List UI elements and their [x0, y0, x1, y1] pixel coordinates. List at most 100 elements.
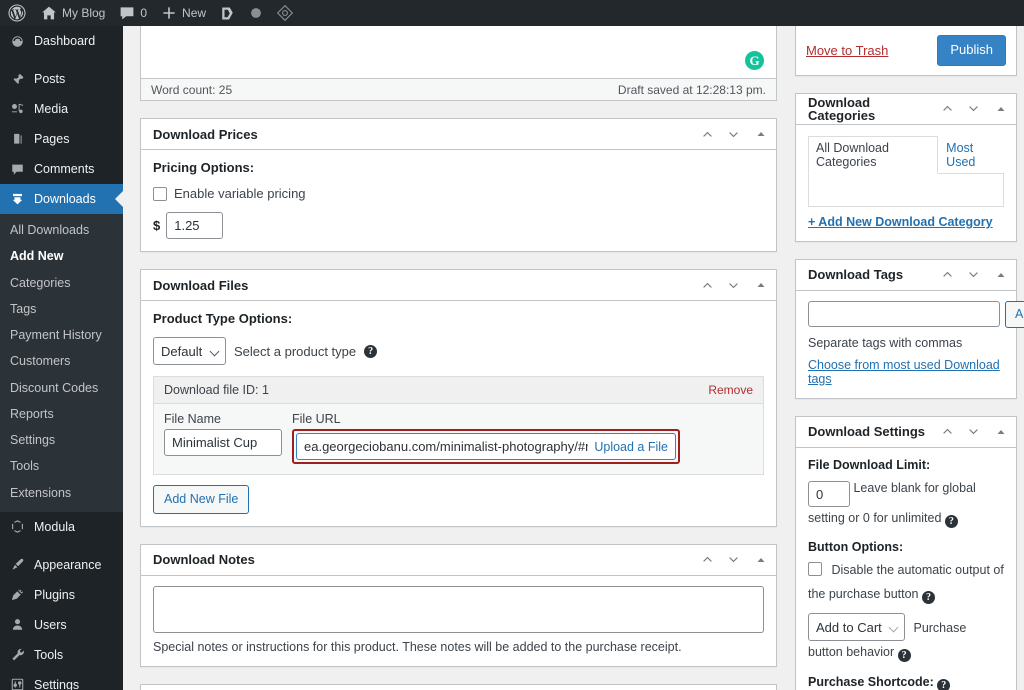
disable-purchase-button-checkbox[interactable] [808, 561, 822, 576]
product-type-select[interactable]: Default [153, 337, 226, 365]
download-files-header[interactable]: Download Files [141, 270, 776, 301]
publish-button[interactable]: Publish [937, 35, 1006, 66]
help-icon[interactable]: ? [897, 649, 911, 663]
move-down-icon[interactable] [720, 270, 746, 300]
submenu-item-tools[interactable]: Tools [0, 453, 123, 479]
new-content-menu[interactable]: New [154, 0, 213, 26]
move-down-icon[interactable] [720, 685, 746, 690]
submenu-item-extensions[interactable]: Extensions [0, 480, 123, 506]
submenu-item-all-downloads[interactable]: All Downloads [0, 217, 123, 243]
move-down-icon[interactable] [960, 417, 986, 447]
help-icon[interactable]: ? [937, 679, 951, 690]
file-url-value[interactable]: ea.georgeciobanu.com/minimalist-photogra… [304, 439, 588, 454]
yoast-seo-menu[interactable] [213, 0, 242, 26]
download-settings-box: Download Settings File Download Limit: 0… [795, 415, 1017, 690]
toggle-panel-icon[interactable] [746, 119, 776, 149]
add-tag-button[interactable]: Add [1005, 300, 1024, 328]
toggle-panel-icon[interactable] [746, 685, 776, 690]
comments-menu[interactable]: 0 [112, 0, 154, 26]
file-download-limit-input[interactable] [808, 481, 850, 508]
sidebar-item-label: Media [34, 101, 69, 116]
remove-file-link[interactable]: Remove [708, 383, 753, 397]
move-down-icon[interactable] [720, 545, 746, 575]
submenu-item-settings[interactable]: Settings [0, 427, 123, 453]
submenu-item-tags[interactable]: Tags [0, 296, 123, 322]
download-settings-header[interactable]: Download Settings [796, 417, 1016, 448]
content-editor[interactable]: G Word count: 25 Draft saved at 12:28:13… [140, 26, 777, 101]
move-up-icon[interactable] [934, 417, 960, 447]
sidebar-item-downloads[interactable]: Downloads [0, 184, 123, 214]
sidebar-item-label: Modula [34, 519, 75, 534]
download-notes-description: Special notes or instructions for this p… [153, 639, 682, 654]
enable-variable-pricing-row[interactable]: Enable variable pricing [153, 186, 764, 201]
sidebar-item-dashboard[interactable]: Dashboard [0, 26, 123, 56]
move-down-icon[interactable] [960, 94, 986, 124]
wordpress-logo-menu[interactable] [0, 0, 34, 26]
submenu-item-customers[interactable]: Customers [0, 348, 123, 374]
tab-all-download-categories[interactable]: All Download Categories [808, 135, 939, 174]
site-name-menu[interactable]: My Blog [34, 0, 112, 26]
disable-output-label: Disable the automatic output of the purc… [808, 562, 1004, 601]
sidebar-item-media[interactable]: Media [0, 94, 123, 124]
download-tags-box: Download Tags Add [795, 258, 1024, 399]
sidebar-item-posts[interactable]: Posts [0, 64, 123, 94]
sidebar-item-users[interactable]: Users [0, 610, 123, 640]
move-down-icon[interactable] [960, 260, 986, 290]
move-up-icon[interactable] [694, 270, 720, 300]
download-categories-header[interactable]: Download Categories [796, 94, 1016, 125]
grammarly-icon[interactable]: G [745, 51, 764, 70]
submenu-item-categories[interactable]: Categories [0, 270, 123, 296]
sidebar-item-modula[interactable]: Modula [0, 512, 123, 542]
move-up-icon[interactable] [694, 119, 720, 149]
settings-sliders-icon [9, 676, 26, 690]
download-notes-textarea[interactable] [153, 585, 764, 633]
wordpress-logo-icon [8, 4, 26, 22]
move-up-icon[interactable] [694, 685, 720, 690]
submenu-item-discount-codes[interactable]: Discount Codes [0, 375, 123, 401]
sidebar-item-comments[interactable]: Comments [0, 154, 123, 184]
toggle-panel-icon[interactable] [986, 417, 1016, 447]
download-prices-header[interactable]: Download Prices [141, 119, 776, 150]
extra-menu[interactable] [242, 0, 270, 26]
submenu-item-payment-history[interactable]: Payment History [0, 322, 123, 348]
upload-a-file-link[interactable]: Upload a File [594, 440, 668, 454]
help-icon[interactable]: ? [921, 590, 935, 604]
toggle-panel-icon[interactable] [746, 545, 776, 575]
submenu-item-reports[interactable]: Reports [0, 401, 123, 427]
yoast-seo-header[interactable]: Yoast SEO [141, 685, 776, 690]
move-up-icon[interactable] [694, 545, 720, 575]
main-content-area: G Word count: 25 Draft saved at 12:28:13… [123, 26, 1024, 690]
product-type-label: Product Type Options: [153, 311, 293, 326]
download-notes-header[interactable]: Download Notes [141, 545, 776, 576]
category-checklist[interactable] [808, 172, 1004, 207]
add-new-file-button[interactable]: Add New File [153, 485, 250, 514]
sidebar-item-settings[interactable]: Settings [0, 670, 123, 690]
litespeed-cache-menu[interactable] [270, 0, 300, 26]
toggle-panel-icon[interactable] [746, 270, 776, 300]
move-up-icon[interactable] [934, 94, 960, 124]
sidebar-item-pages[interactable]: Pages [0, 124, 123, 154]
editor-canvas[interactable]: G [141, 26, 776, 78]
add-new-download-category-link[interactable]: + Add New Download Category [808, 215, 1004, 229]
toggle-panel-icon[interactable] [986, 260, 1016, 290]
purchase-behavior-select[interactable]: Add to Cart [808, 613, 905, 642]
enable-variable-pricing-checkbox[interactable] [153, 186, 167, 201]
file-url-input-wrap[interactable]: ea.georgeciobanu.com/minimalist-photogra… [296, 433, 676, 460]
sidebar-item-tools[interactable]: Tools [0, 640, 123, 670]
tab-most-used[interactable]: Most Used [938, 136, 1004, 174]
tag-input[interactable] [808, 300, 1000, 327]
most-used-tags-link[interactable]: Choose from most used Download tags [808, 358, 1004, 386]
sidebar-item-plugins[interactable]: Plugins [0, 580, 123, 610]
price-input[interactable] [166, 212, 224, 239]
help-icon[interactable]: ? [364, 344, 378, 358]
move-down-icon[interactable] [720, 119, 746, 149]
download-categories-title: Download Categories [808, 94, 876, 123]
move-to-trash-link[interactable]: Move to Trash [806, 43, 888, 58]
file-name-input[interactable] [164, 429, 282, 456]
help-icon[interactable]: ? [944, 515, 958, 529]
download-tags-header[interactable]: Download Tags [796, 260, 1016, 291]
move-up-icon[interactable] [934, 260, 960, 290]
submenu-item-add-new[interactable]: Add New [0, 243, 123, 269]
sidebar-item-appearance[interactable]: Appearance [0, 550, 123, 580]
toggle-panel-icon[interactable] [986, 94, 1016, 124]
